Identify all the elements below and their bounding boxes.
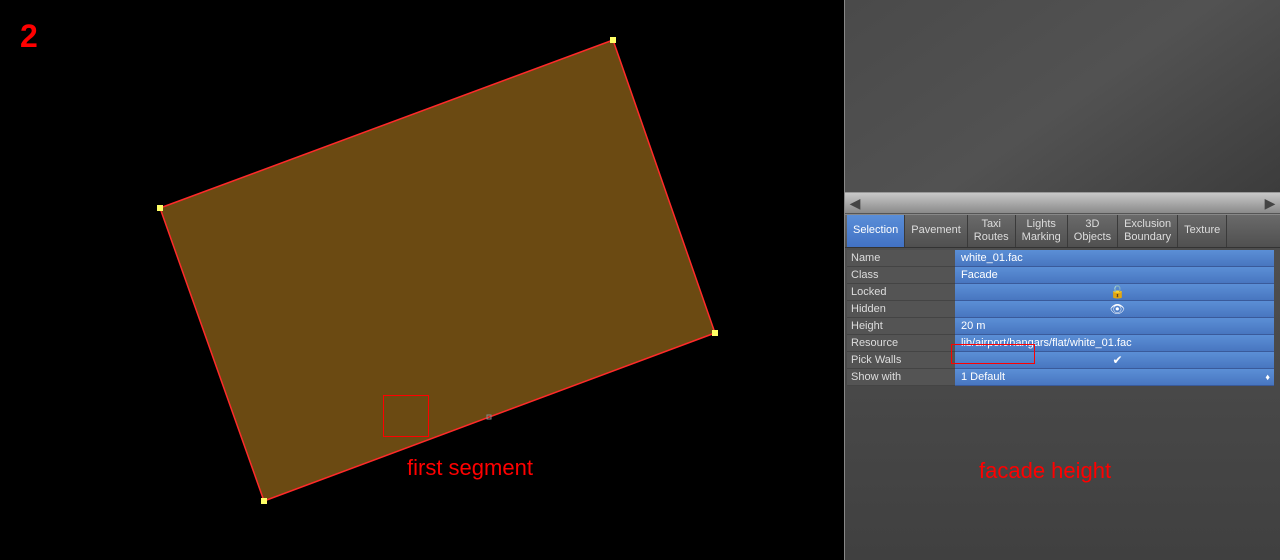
- prop-row-name: Name white_01.fac: [847, 250, 1274, 267]
- class-field[interactable]: Facade: [955, 267, 1274, 284]
- polygon-vertex[interactable]: [610, 37, 616, 43]
- facade-polygon[interactable]: [75, 40, 725, 510]
- scroll-right-icon[interactable]: ▶: [1260, 193, 1280, 213]
- resource-field[interactable]: lib/airport/hangars/flat/white_01.fac: [955, 335, 1274, 352]
- tab-bar: Selection Pavement TaxiRoutes LightsMark…: [845, 214, 1280, 248]
- first-segment-handle[interactable]: [487, 415, 492, 420]
- polygon-vertex[interactable]: [712, 330, 718, 336]
- first-segment-highlight: [383, 395, 429, 437]
- prop-row-hidden: Hidden 👁: [847, 301, 1274, 318]
- prop-label: Pick Walls: [847, 352, 955, 369]
- prop-row-resource: Resource lib/airport/hangars/flat/white_…: [847, 335, 1274, 352]
- prop-label: Name: [847, 250, 955, 267]
- show-with-select[interactable]: 1 Default ♦: [955, 369, 1274, 386]
- prop-label: Show with: [847, 369, 955, 386]
- tab-lights-marking[interactable]: LightsMarking: [1016, 215, 1068, 247]
- horizontal-scrollbar[interactable]: ◀ ▶: [845, 192, 1280, 214]
- name-field[interactable]: white_01.fac: [955, 250, 1274, 267]
- prop-row-height: Height 20 m: [847, 318, 1274, 335]
- prop-label: Locked: [847, 284, 955, 301]
- prop-label: Class: [847, 267, 955, 284]
- tab-selection[interactable]: Selection: [847, 215, 905, 247]
- scroll-left-icon[interactable]: ◀: [845, 193, 865, 213]
- scroll-track[interactable]: [865, 193, 1260, 213]
- prop-label: Height: [847, 318, 955, 335]
- hidden-toggle[interactable]: 👁: [955, 301, 1274, 318]
- prop-row-show-with: Show with 1 Default ♦: [847, 369, 1274, 386]
- prop-row-pick-walls: Pick Walls ✔: [847, 352, 1274, 369]
- prop-row-class: Class Facade: [847, 267, 1274, 284]
- tab-taxi-routes[interactable]: TaxiRoutes: [968, 215, 1016, 247]
- dropdown-icon: ♦: [1265, 372, 1270, 382]
- polygon-shape[interactable]: [160, 40, 715, 501]
- properties-table: Name white_01.fac Class Facade Locked 🔓 …: [845, 248, 1280, 386]
- tab-3d-objects[interactable]: 3DObjects: [1068, 215, 1118, 247]
- polygon-vertex[interactable]: [157, 205, 163, 211]
- polygon-vertex[interactable]: [261, 498, 267, 504]
- panel-preview-area: ◀ ▶: [845, 0, 1280, 214]
- prop-row-locked: Locked 🔓: [847, 284, 1274, 301]
- tab-pavement[interactable]: Pavement: [905, 215, 968, 247]
- annotation-facade-height: facade height: [979, 458, 1111, 484]
- locked-toggle[interactable]: 🔓: [955, 284, 1274, 301]
- check-icon: ✔: [1112, 353, 1122, 367]
- editor-viewport[interactable]: 2 first segment: [0, 0, 844, 560]
- annotation-first-segment: first segment: [407, 455, 533, 481]
- prop-label: Hidden: [847, 301, 955, 318]
- tab-exclusion-boundary[interactable]: ExclusionBoundary: [1118, 215, 1178, 247]
- properties-panel: 3 ◀ ▶ Selection Pavement TaxiRoutes Ligh…: [844, 0, 1280, 560]
- height-field[interactable]: 20 m: [955, 318, 1274, 335]
- eye-icon: 👁: [1110, 302, 1125, 316]
- tab-texture[interactable]: Texture: [1178, 215, 1227, 247]
- lock-icon: 🔓: [1110, 285, 1125, 299]
- prop-label: Resource: [847, 335, 955, 352]
- step-number-2: 2: [20, 18, 38, 55]
- pick-walls-toggle[interactable]: ✔: [955, 352, 1274, 369]
